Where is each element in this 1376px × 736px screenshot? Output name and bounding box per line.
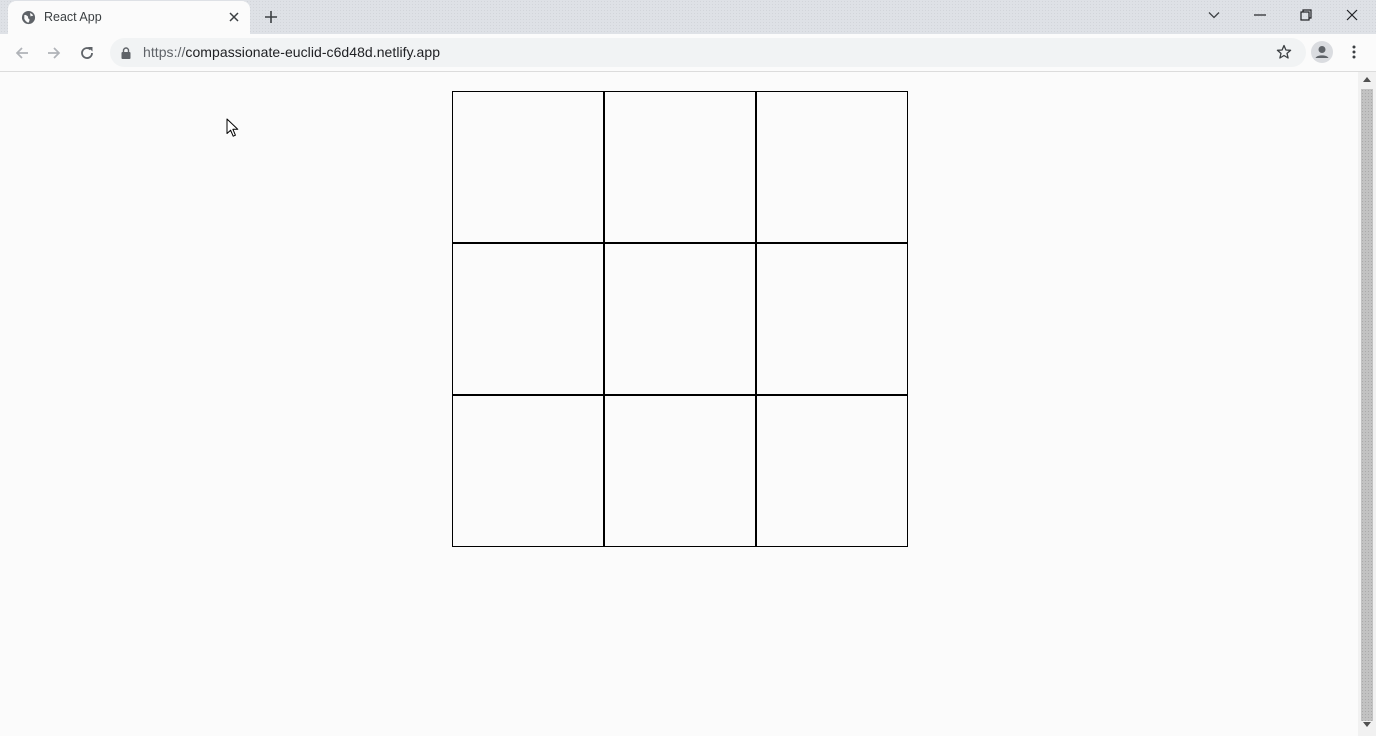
- close-tab-icon[interactable]: [226, 9, 242, 25]
- page-content: [0, 72, 1358, 736]
- address-bar[interactable]: https://compassionate-euclid-c6d48d.netl…: [110, 38, 1306, 67]
- square-0[interactable]: [452, 91, 604, 243]
- square-5[interactable]: [756, 243, 908, 395]
- vertical-scrollbar[interactable]: [1358, 72, 1376, 736]
- browser-toolbar: https://compassionate-euclid-c6d48d.netl…: [0, 34, 1376, 72]
- url-host: compassionate-euclid-c6d48d.netlify.app: [185, 44, 441, 60]
- minimize-icon[interactable]: [1237, 0, 1283, 30]
- restore-icon[interactable]: [1283, 0, 1329, 30]
- close-window-icon[interactable]: [1329, 0, 1375, 30]
- forward-icon[interactable]: [41, 40, 67, 66]
- mouse-pointer-icon: [226, 118, 240, 143]
- scroll-down-arrow-icon[interactable]: [1358, 722, 1376, 734]
- square-8[interactable]: [756, 395, 908, 547]
- square-7[interactable]: [604, 395, 756, 547]
- square-3[interactable]: [452, 243, 604, 395]
- url-scheme: https://: [143, 44, 186, 60]
- lock-icon[interactable]: [121, 46, 131, 64]
- new-tab-icon[interactable]: [262, 8, 280, 26]
- url-text: https://compassionate-euclid-c6d48d.netl…: [143, 44, 440, 60]
- bookmark-star-icon[interactable]: [1276, 44, 1292, 65]
- profile-avatar-icon[interactable]: [1310, 40, 1334, 64]
- tab-strip: React App: [0, 0, 1376, 34]
- square-1[interactable]: [604, 91, 756, 243]
- game-board: [452, 91, 908, 547]
- tab-search-icon[interactable]: [1191, 0, 1237, 30]
- back-icon[interactable]: [9, 40, 35, 66]
- square-4[interactable]: [604, 243, 756, 395]
- square-6[interactable]: [452, 395, 604, 547]
- square-2[interactable]: [756, 91, 908, 243]
- tab-title: React App: [44, 10, 102, 24]
- globe-icon: [21, 10, 36, 25]
- tab-react-app[interactable]: React App: [8, 1, 250, 34]
- reload-icon[interactable]: [74, 40, 100, 66]
- scrollbar-thumb[interactable]: [1361, 89, 1373, 721]
- browser-menu-icon[interactable]: [1344, 40, 1364, 64]
- scroll-up-arrow-icon[interactable]: [1358, 76, 1376, 88]
